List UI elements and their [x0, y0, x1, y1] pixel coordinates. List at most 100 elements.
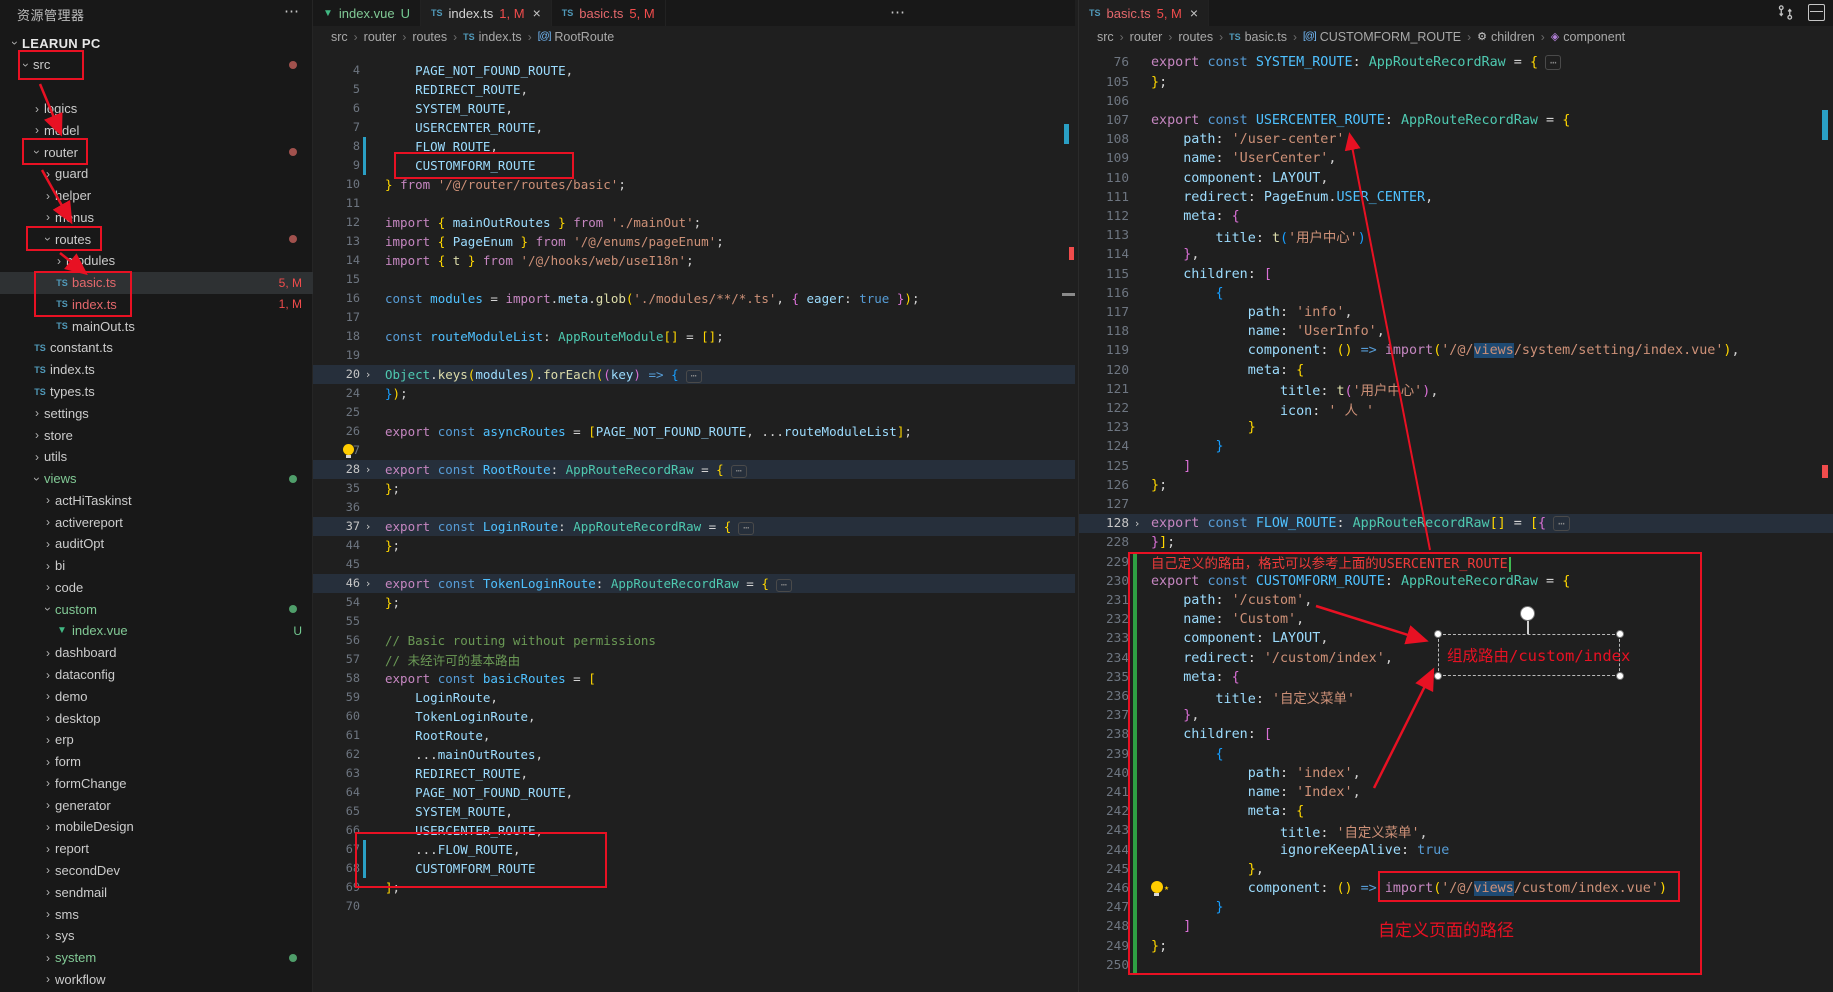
tree-item-settings[interactable]: ›settings — [0, 402, 313, 424]
breadcrumb-item-basic.ts[interactable]: TSbasic.ts — [1229, 30, 1287, 44]
tree-item-routes[interactable]: ›routes — [0, 228, 313, 250]
code-line-118[interactable]: 118 name: 'UserInfo', — [1079, 322, 1833, 341]
tree-item-basic.ts[interactable]: TSbasic.ts5, M — [0, 272, 313, 294]
fold-chevron-icon[interactable]: › — [360, 368, 376, 381]
code-line-247[interactable]: 247 } — [1079, 898, 1833, 917]
code-line-126[interactable]: 126}; — [1079, 476, 1833, 495]
code-line-119[interactable]: 119 component: () => import('/@/views/sy… — [1079, 341, 1833, 360]
tree-item-helper[interactable]: ›helper — [0, 185, 313, 207]
code-line-241[interactable]: 241 name: 'Index', — [1079, 783, 1833, 802]
tree-item-hidden[interactable] — [0, 76, 313, 98]
code-line-25[interactable]: 25 — [313, 403, 1075, 422]
tree-item-erp[interactable]: ›erp — [0, 729, 313, 751]
code-line-12[interactable]: 12import { mainOutRoutes } from './mainO… — [313, 213, 1075, 232]
code-line-76[interactable]: 76export const SYSTEM_ROUTE: AppRouteRec… — [1079, 53, 1833, 72]
code-line-70[interactable]: 70 — [313, 897, 1075, 916]
textbox-rotation-handle[interactable] — [1520, 606, 1535, 621]
tree-item-views[interactable]: ›views — [0, 468, 313, 490]
tree-item-demo[interactable]: ›demo — [0, 685, 313, 707]
tab-basic.ts[interactable]: TSbasic.ts5, M× — [1079, 0, 1209, 26]
code-line-14[interactable]: 14import { t } from '/@/hooks/web/useI18… — [313, 251, 1075, 270]
tree-item-system[interactable]: ›system — [0, 947, 313, 969]
code-line-18[interactable]: 18const routeModuleList: AppRouteModule[… — [313, 327, 1075, 346]
tree-item-mobileDesign[interactable]: ›mobileDesign — [0, 816, 313, 838]
code-line-229[interactable]: 229自己定义的路由，格式可以参考上面的USERCENTER_ROUTE — [1079, 553, 1833, 572]
code-line-5[interactable]: 5 REDIRECT_ROUTE, — [313, 80, 1075, 99]
code-line-246[interactable]: 246★ component: () => import('/@/views/c… — [1079, 879, 1833, 898]
code-line-122[interactable]: 122 icon: ' 人 ' — [1079, 399, 1833, 418]
fold-chevron-icon[interactable]: › — [360, 520, 376, 533]
tree-item-utils[interactable]: ›utils — [0, 446, 313, 468]
tab-index.vue[interactable]: ▼index.vueU — [313, 0, 421, 26]
code-line-61[interactable]: 61 RootRoute, — [313, 726, 1075, 745]
tree-item-code[interactable]: ›code — [0, 576, 313, 598]
tree-item-activereport[interactable]: ›activereport — [0, 511, 313, 533]
code-line-250[interactable]: 250 — [1079, 956, 1833, 975]
split-editor-icon[interactable] — [1808, 4, 1825, 21]
breadcrumb-item-component[interactable]: ◈component — [1551, 30, 1625, 44]
code-line-125[interactable]: 125 ] — [1079, 457, 1833, 476]
tree-item-constant.ts[interactable]: TSconstant.ts — [0, 337, 313, 359]
code-line-116[interactable]: 116 { — [1079, 284, 1833, 303]
code-line-244[interactable]: 244 ignoreKeepAlive: true — [1079, 841, 1833, 860]
code-line-236[interactable]: 236 title: '自定义菜单' — [1079, 687, 1833, 706]
code-line-108[interactable]: 108 path: '/user-center', — [1079, 130, 1833, 149]
code-line-62[interactable]: 62 ...mainOutRoutes, — [313, 745, 1075, 764]
code-line-107[interactable]: 107export const USERCENTER_ROUTE: AppRou… — [1079, 111, 1833, 130]
code-line-69[interactable]: 69]; — [313, 878, 1075, 897]
code-line-245[interactable]: 245 }, — [1079, 860, 1833, 879]
code-line-237[interactable]: 237 }, — [1079, 706, 1833, 725]
tree-item-generator[interactable]: ›generator — [0, 794, 313, 816]
tree-item-form[interactable]: ›form — [0, 751, 313, 773]
code-line-112[interactable]: 112 meta: { — [1079, 207, 1833, 226]
code-area-right[interactable]: 76export const SYSTEM_ROUTE: AppRouteRec… — [1079, 47, 1833, 992]
code-line-16[interactable]: 16const modules = import.meta.glob('./mo… — [313, 289, 1075, 308]
code-line-36[interactable]: 36 — [313, 498, 1075, 517]
code-line-60[interactable]: 60 TokenLoginRoute, — [313, 707, 1075, 726]
code-line-17[interactable]: 17 — [313, 308, 1075, 327]
tree-item-formChange[interactable]: ›formChange — [0, 772, 313, 794]
tree-item-router[interactable]: ›router — [0, 141, 313, 163]
lightbulb-icon[interactable] — [343, 444, 354, 455]
code-line-54[interactable]: 54}; — [313, 593, 1075, 612]
code-line-128[interactable]: 128›export const FLOW_ROUTE: AppRouteRec… — [1079, 514, 1833, 533]
tab-index.ts[interactable]: TSindex.ts1, M× — [421, 0, 552, 26]
code-line-45[interactable]: 45 — [313, 555, 1075, 574]
textbox-handle-br[interactable] — [1616, 672, 1624, 680]
tree-item-mainOut.ts[interactable]: TSmainOut.ts — [0, 315, 313, 337]
breadcrumb-item-src[interactable]: src — [331, 30, 348, 44]
textbox-handle-tr[interactable] — [1616, 630, 1624, 638]
tree-item-desktop[interactable]: ›desktop — [0, 707, 313, 729]
tree-item-guard[interactable]: ›guard — [0, 163, 313, 185]
more-actions-icon[interactable]: ⋯ — [284, 2, 299, 20]
code-line-57[interactable]: 57// 未经许可的基本路由 — [313, 650, 1075, 669]
code-line-249[interactable]: 249}; — [1079, 937, 1833, 956]
tree-item-sms[interactable]: ›sms — [0, 903, 313, 925]
close-icon[interactable]: × — [1190, 5, 1198, 21]
fold-chevron-icon[interactable]: › — [360, 463, 376, 476]
breadcrumb-item-RootRoute[interactable]: [@]RootRoute — [538, 30, 614, 44]
breadcrumb-item-src[interactable]: src — [1097, 30, 1114, 44]
tree-item-menus[interactable]: ›menus — [0, 206, 313, 228]
code-line-65[interactable]: 65 SYSTEM_ROUTE, — [313, 802, 1075, 821]
breadcrumb-item-routes[interactable]: routes — [412, 30, 447, 44]
tree-item-dashboard[interactable]: ›dashboard — [0, 642, 313, 664]
code-line-117[interactable]: 117 path: 'info', — [1079, 303, 1833, 322]
code-line-4[interactable]: 4 PAGE_NOT_FOUND_ROUTE, — [313, 61, 1075, 80]
code-line-58[interactable]: 58export const basicRoutes = [ — [313, 669, 1075, 688]
breadcrumb-item-routes[interactable]: routes — [1178, 30, 1213, 44]
fold-chevron-icon[interactable]: › — [1129, 517, 1145, 530]
tree-item-store[interactable]: ›store — [0, 424, 313, 446]
textbox-handle-bl[interactable] — [1434, 672, 1442, 680]
tree-item-report[interactable]: ›report — [0, 838, 313, 860]
code-line-113[interactable]: 113 title: t('用户中心') — [1079, 226, 1833, 245]
code-line-44[interactable]: 44}; — [313, 536, 1075, 555]
code-line-56[interactable]: 56// Basic routing without permissions — [313, 631, 1075, 650]
code-line-37[interactable]: 37›export const LoginRoute: AppRouteReco… — [313, 517, 1075, 536]
tab-basic.ts[interactable]: TSbasic.ts5, M — [552, 0, 666, 26]
code-line-115[interactable]: 115 children: [ — [1079, 265, 1833, 284]
tree-item-workflow[interactable]: ›workflow — [0, 968, 313, 990]
code-line-20[interactable]: 20›Object.keys(modules).forEach((key) =>… — [313, 365, 1075, 384]
code-line-240[interactable]: 240 path: 'index', — [1079, 764, 1833, 783]
code-line-243[interactable]: 243 title: '自定义菜单', — [1079, 821, 1833, 840]
